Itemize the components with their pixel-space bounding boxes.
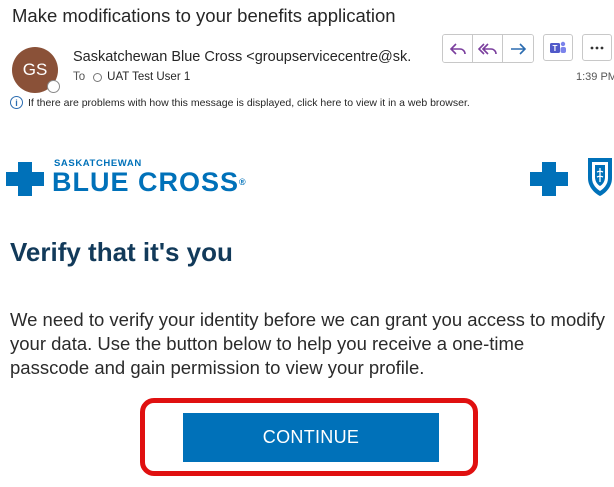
forward-icon <box>511 42 527 55</box>
svg-text:T: T <box>553 44 558 53</box>
teams-icon: T <box>550 41 566 53</box>
info-icon: i <box>10 96 23 109</box>
reply-button-group <box>442 34 534 63</box>
forward-button[interactable] <box>503 35 533 62</box>
reply-icon <box>449 42 466 55</box>
display-info-bar[interactable]: i If there are problems with how this me… <box>10 96 470 109</box>
right-cross-logo <box>530 162 568 196</box>
reply-all-icon <box>477 42 497 55</box>
email-subject: Make modifications to your benefits appl… <box>12 5 396 26</box>
reply-button[interactable] <box>443 35 473 62</box>
teams-button[interactable]: T <box>543 34 573 61</box>
more-icon <box>590 46 604 49</box>
recipient-name[interactable]: UAT Test User 1 <box>107 71 190 83</box>
recipient-line: To UAT Test User 1 <box>73 71 190 83</box>
message-actions: T <box>442 34 612 63</box>
blue-shield-icon <box>588 158 612 196</box>
sender-name[interactable]: Saskatchewan Blue Cross <groupservicecen… <box>73 49 411 65</box>
to-label: To <box>73 71 86 83</box>
info-text[interactable]: If there are problems with how this mess… <box>28 97 470 109</box>
page-heading: Verify that it's you <box>10 237 233 267</box>
received-time: 1:39 PM <box>576 71 614 83</box>
reply-all-button[interactable] <box>473 35 503 62</box>
registered-mark: ® <box>239 177 247 187</box>
more-options-button[interactable] <box>582 34 612 61</box>
presence-indicator <box>47 80 60 93</box>
body-paragraph: We need to verify your identity before w… <box>10 309 606 378</box>
recipient-presence-icon <box>93 72 103 82</box>
brand-big-text: BLUE CROSS® <box>52 168 247 196</box>
brand-name: BLUE CROSS <box>52 167 240 197</box>
continue-button[interactable]: CONTINUE <box>183 413 439 462</box>
blue-cross-icon <box>6 162 44 196</box>
